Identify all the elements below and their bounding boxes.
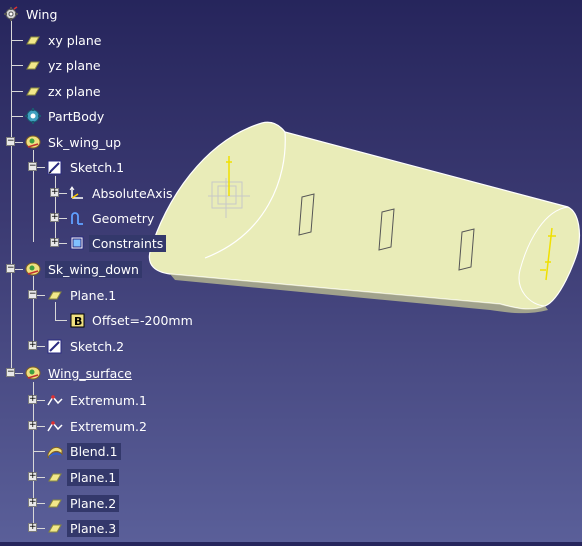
part-gear-icon — [2, 5, 20, 23]
tree-item-plane1[interactable]: Plane.1 — [46, 284, 119, 306]
tree-item-wing-surface[interactable]: Wing_surface — [24, 362, 135, 384]
expander-absoluteaxis[interactable]: + — [50, 188, 59, 197]
tree-item-ws-plane1[interactable]: Plane.1 — [46, 466, 120, 488]
tree-item-zx-plane[interactable]: zx plane — [24, 80, 104, 102]
expander-ws-plane2[interactable]: + — [28, 498, 37, 507]
extremum-icon — [46, 391, 64, 409]
tree-item-sk-wing-up[interactable]: Sk_wing_up — [24, 131, 124, 153]
geometrical-set-icon — [24, 260, 42, 278]
tree-item-extremum1[interactable]: Extremum.1 — [46, 389, 150, 411]
tree-item-constraints[interactable]: Constraints — [68, 232, 167, 254]
tree-item-extremum2[interactable]: Extremum.2 — [46, 415, 150, 437]
tree-root-label: Wing — [26, 6, 58, 22]
axis-system-icon — [68, 184, 86, 202]
tree-item-ws-plane2[interactable]: Plane.2 — [46, 492, 120, 514]
tree-item-absoluteaxis[interactable]: AbsoluteAxis — [68, 182, 176, 204]
geometry-icon — [68, 209, 86, 227]
geometrical-set-icon — [24, 364, 42, 382]
tree-item-blend1[interactable]: Blend.1 — [46, 440, 121, 462]
tree-item-ws-plane3[interactable]: Plane.3 — [46, 517, 120, 539]
sketch-icon — [46, 158, 64, 176]
expander-extremum1[interactable]: + — [28, 395, 37, 404]
tree-root-wing[interactable]: Wing — [2, 3, 60, 25]
svg-text:B: B — [74, 315, 82, 328]
expander-geometry[interactable]: + — [50, 213, 59, 222]
constraints-icon — [68, 234, 86, 252]
expander-sk-wing-up[interactable]: − — [6, 137, 15, 146]
extremum-icon — [46, 417, 64, 435]
tree-item-yz-plane[interactable]: yz plane — [24, 54, 104, 76]
tree-item-sketch1[interactable]: Sketch.1 — [46, 156, 127, 178]
expander-constraints[interactable]: + — [50, 238, 59, 247]
expander-plane1[interactable]: − — [28, 290, 37, 299]
plane-icon — [24, 82, 42, 100]
tree-item-geometry[interactable]: Geometry — [68, 207, 157, 229]
plane-icon — [24, 56, 42, 74]
geometrical-set-icon — [24, 133, 42, 151]
parameter-b-icon: B — [68, 311, 86, 329]
expander-ws-plane1[interactable]: + — [28, 472, 37, 481]
partbody-gear-icon — [24, 107, 42, 125]
expander-wing-surface[interactable]: − — [6, 368, 15, 377]
tree-item-sketch2[interactable]: Sketch.2 — [46, 335, 127, 357]
plane-icon — [46, 468, 64, 486]
expander-ws-plane3[interactable]: + — [28, 523, 37, 532]
specification-tree: − − + + + − − + − + + + + + Wing xy plan… — [0, 0, 582, 542]
expander-sk-wing-down[interactable]: − — [6, 264, 15, 273]
plane-icon — [46, 286, 64, 304]
plane-icon — [46, 494, 64, 512]
expander-sketch1[interactable]: − — [28, 162, 37, 171]
sketch-icon — [46, 337, 64, 355]
expander-extremum2[interactable]: + — [28, 421, 37, 430]
tree-item-partbody[interactable]: PartBody — [24, 105, 107, 127]
tree-item-sk-wing-down[interactable]: Sk_wing_down — [24, 258, 142, 280]
blend-icon — [46, 442, 64, 460]
plane-icon — [46, 519, 64, 537]
tree-item-xy-plane[interactable]: xy plane — [24, 29, 104, 51]
tree-item-offset[interactable]: B Offset=-200mm — [68, 309, 196, 331]
plane-icon — [24, 31, 42, 49]
expander-sketch2[interactable]: + — [28, 341, 37, 350]
